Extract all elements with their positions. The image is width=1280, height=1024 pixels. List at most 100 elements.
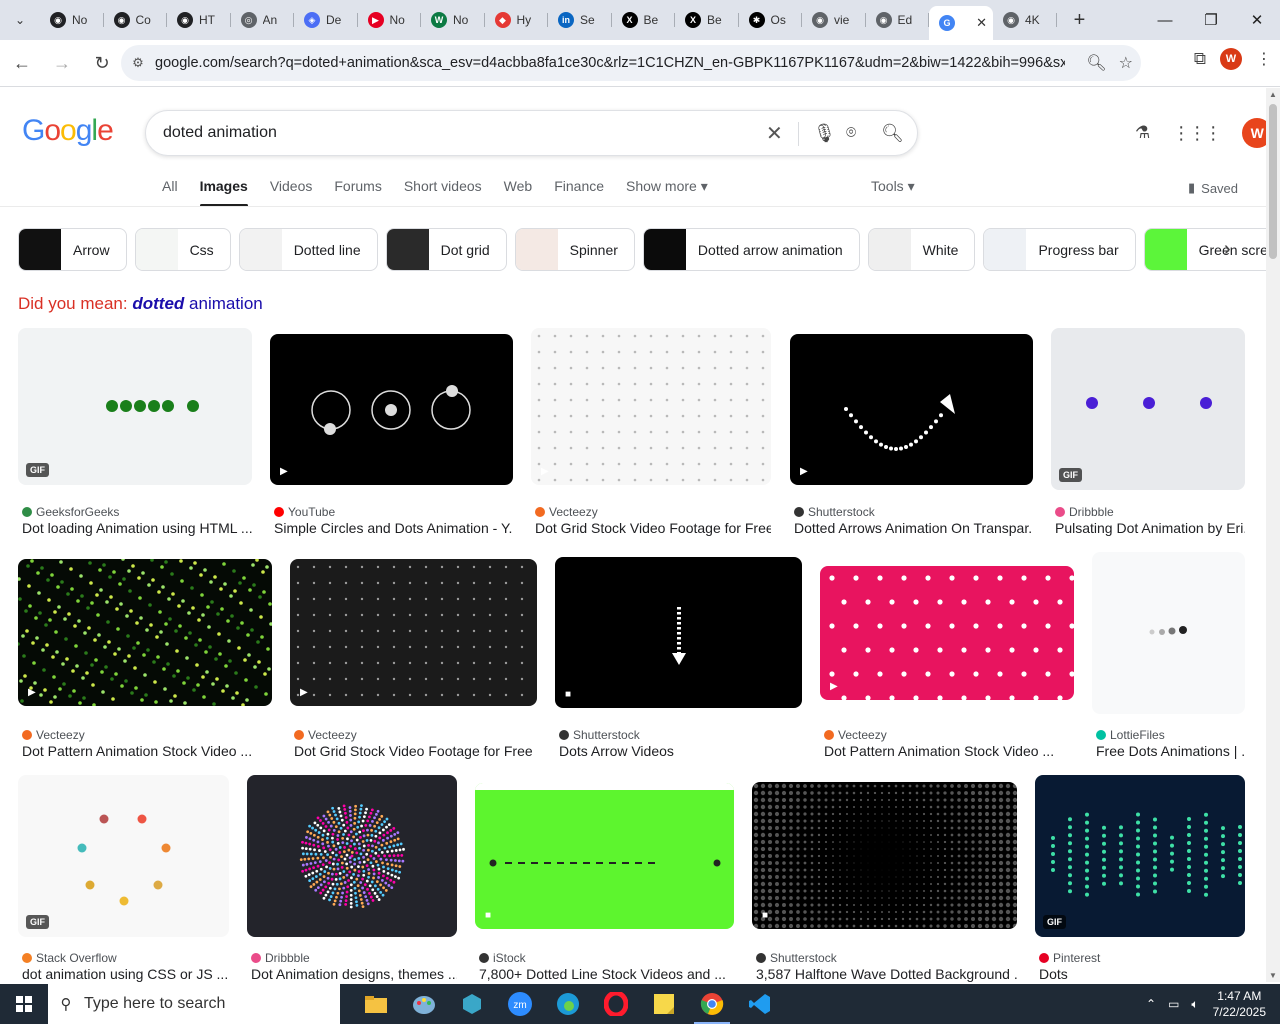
- paint-app-icon[interactable]: [400, 984, 448, 1024]
- result-source[interactable]: Dribbble: [251, 951, 310, 965]
- tab-close-icon[interactable]: ✕: [976, 15, 987, 31]
- browser-tab[interactable]: ◈ De: [294, 4, 358, 36]
- browser-tab[interactable]: W No: [421, 4, 485, 36]
- search-input[interactable]: doted animation: [163, 124, 753, 142]
- result-title[interactable]: 3,587 Halftone Wave Dotted Background ..…: [756, 966, 1017, 982]
- chips-next-chevron-icon[interactable]: ›: [1224, 238, 1231, 261]
- result-source[interactable]: YouTube: [274, 505, 335, 519]
- result-title[interactable]: Dots: [1039, 966, 1245, 982]
- zoom-search-icon[interactable]: 🔍︎: [1086, 53, 1106, 73]
- tab-search-chevron-icon[interactable]: ⌄: [0, 0, 40, 40]
- chrome-browser-icon[interactable]: [688, 984, 736, 1024]
- result-source[interactable]: Dribbble: [1055, 505, 1114, 519]
- chip-dot-grid[interactable]: Dot grid: [385, 228, 507, 271]
- browser-tab[interactable]: ◉ Ed: [866, 4, 930, 36]
- tab-forums[interactable]: Forums: [334, 178, 381, 206]
- browser-tab[interactable]: ▶ No: [358, 4, 422, 36]
- browser-menu-icon[interactable]: ⋮: [1256, 49, 1272, 69]
- result-title[interactable]: Dotted Arrows Animation On Transpar...: [794, 520, 1033, 536]
- result-thumbnail[interactable]: ■: [555, 557, 802, 708]
- result-title[interactable]: Pulsating Dot Animation by Eri...: [1055, 520, 1245, 536]
- tab-all[interactable]: All: [162, 178, 178, 206]
- app-hex-icon[interactable]: [448, 984, 496, 1024]
- volume-icon[interactable]: 🔈︎: [1191, 997, 1198, 1012]
- chip-arrow[interactable]: Arrow: [18, 228, 127, 271]
- forward-icon[interactable]: →: [44, 45, 80, 81]
- vscode-icon[interactable]: [736, 984, 784, 1024]
- result-thumbnail[interactable]: ■: [475, 783, 734, 929]
- browser-tab[interactable]: ◎ An: [231, 4, 295, 36]
- result-title[interactable]: Dot Grid Stock Video Footage for Free ..…: [294, 743, 537, 759]
- result-thumbnail[interactable]: GIF: [18, 775, 229, 937]
- sticky-notes-icon[interactable]: [640, 984, 688, 1024]
- back-icon[interactable]: ←: [4, 45, 40, 81]
- result-title[interactable]: Dot loading Animation using HTML ...: [22, 520, 252, 536]
- result-source[interactable]: Shutterstock: [794, 505, 875, 519]
- result-source[interactable]: Vecteezy: [294, 728, 357, 742]
- opera-browser-icon[interactable]: [592, 984, 640, 1024]
- chip-progress-bar[interactable]: Progress bar: [983, 228, 1136, 271]
- result-thumbnail[interactable]: ■: [752, 782, 1017, 929]
- result-thumbnail[interactable]: [1092, 552, 1245, 714]
- result-thumbnail[interactable]: ▶: [270, 334, 513, 485]
- file-explorer-icon[interactable]: [352, 984, 400, 1024]
- result-title[interactable]: Dot Animation designs, themes ...: [251, 966, 457, 982]
- start-button[interactable]: [0, 984, 48, 1024]
- result-title[interactable]: 7,800+ Dotted Line Stock Videos and ...: [479, 966, 734, 982]
- tab-images[interactable]: Images: [199, 178, 249, 207]
- chip-dotted-line[interactable]: Dotted line: [238, 228, 378, 271]
- tab-short-videos[interactable]: Short videos: [404, 178, 482, 206]
- result-source[interactable]: Vecteezy: [824, 728, 887, 742]
- address-bar[interactable]: ⚙ google.com/search?q=doted+animation&sc…: [121, 45, 1141, 81]
- browser-tab[interactable]: ◉ No: [40, 4, 104, 36]
- url-text[interactable]: google.com/search?q=doted+animation&sca_…: [155, 55, 1065, 71]
- result-source[interactable]: LottieFiles: [1096, 728, 1165, 742]
- result-title[interactable]: Dot Grid Stock Video Footage for Free...: [535, 520, 771, 536]
- result-title[interactable]: Free Dots Animations | ...: [1096, 743, 1245, 759]
- browser-tab[interactable]: in Se: [548, 4, 612, 36]
- browser-tab[interactable]: G ✕: [929, 6, 993, 40]
- result-title[interactable]: Dots Arrow Videos: [559, 743, 802, 759]
- extensions-icon[interactable]: ⧉: [1194, 49, 1206, 69]
- result-thumbnail[interactable]: ▶: [790, 334, 1033, 485]
- saved-link[interactable]: ▮ Saved: [1188, 180, 1238, 196]
- result-title[interactable]: dot animation using CSS or JS ...: [22, 966, 229, 982]
- browser-tab[interactable]: ✱ Os: [739, 4, 803, 36]
- search-box[interactable]: doted animation ✕ 🎙︎ ⌾ 🔍︎: [145, 110, 918, 156]
- result-title[interactable]: Dot Pattern Animation Stock Video ...: [22, 743, 272, 759]
- scroll-down-icon[interactable]: ▼: [1269, 971, 1277, 980]
- labs-flask-icon[interactable]: ⚗: [1135, 123, 1150, 143]
- result-thumbnail[interactable]: ▶: [820, 566, 1074, 700]
- chip-dotted-arrow-animation[interactable]: Dotted arrow animation: [642, 228, 860, 271]
- result-thumbnail[interactable]: [247, 775, 457, 937]
- result-source[interactable]: Shutterstock: [559, 728, 640, 742]
- scroll-up-icon[interactable]: ▲: [1269, 90, 1277, 99]
- result-thumbnail[interactable]: GIF: [18, 328, 252, 485]
- camera-lens-icon[interactable]: ⌾: [846, 123, 856, 143]
- chip-white[interactable]: White: [867, 228, 976, 271]
- result-source[interactable]: Vecteezy: [22, 728, 85, 742]
- page-scrollbar[interactable]: ▲ ▼: [1266, 88, 1280, 982]
- site-info-icon[interactable]: ⚙: [121, 55, 155, 71]
- browser-tab[interactable]: X Be: [675, 4, 739, 36]
- result-thumbnail[interactable]: ▶: [531, 328, 771, 485]
- scrollbar-thumb[interactable]: [1269, 104, 1277, 259]
- edge-browser-icon[interactable]: [544, 984, 592, 1024]
- tab-show-more[interactable]: Show more ▾: [626, 178, 708, 206]
- result-source[interactable]: Shutterstock: [756, 951, 837, 965]
- microphone-icon[interactable]: 🎙︎: [813, 123, 836, 144]
- result-title[interactable]: Dot Pattern Animation Stock Video ...: [824, 743, 1074, 759]
- google-logo[interactable]: Google: [22, 114, 114, 148]
- result-thumbnail[interactable]: ▶: [290, 559, 537, 706]
- tab-web[interactable]: Web: [504, 178, 533, 206]
- taskbar-search[interactable]: ⚲ Type here to search: [48, 984, 340, 1024]
- account-avatar[interactable]: W: [1242, 118, 1266, 148]
- reload-icon[interactable]: ↻: [84, 45, 120, 81]
- minimize-icon[interactable]: —: [1142, 0, 1188, 40]
- browser-tab[interactable]: ◉ 4K: [993, 4, 1057, 36]
- result-source[interactable]: GeeksforGeeks: [22, 505, 119, 519]
- result-source[interactable]: Vecteezy: [535, 505, 598, 519]
- spelling-correction-link[interactable]: dotted animation: [132, 294, 262, 313]
- tab-videos[interactable]: Videos: [270, 178, 313, 206]
- browser-tab[interactable]: ◉ vie: [802, 4, 866, 36]
